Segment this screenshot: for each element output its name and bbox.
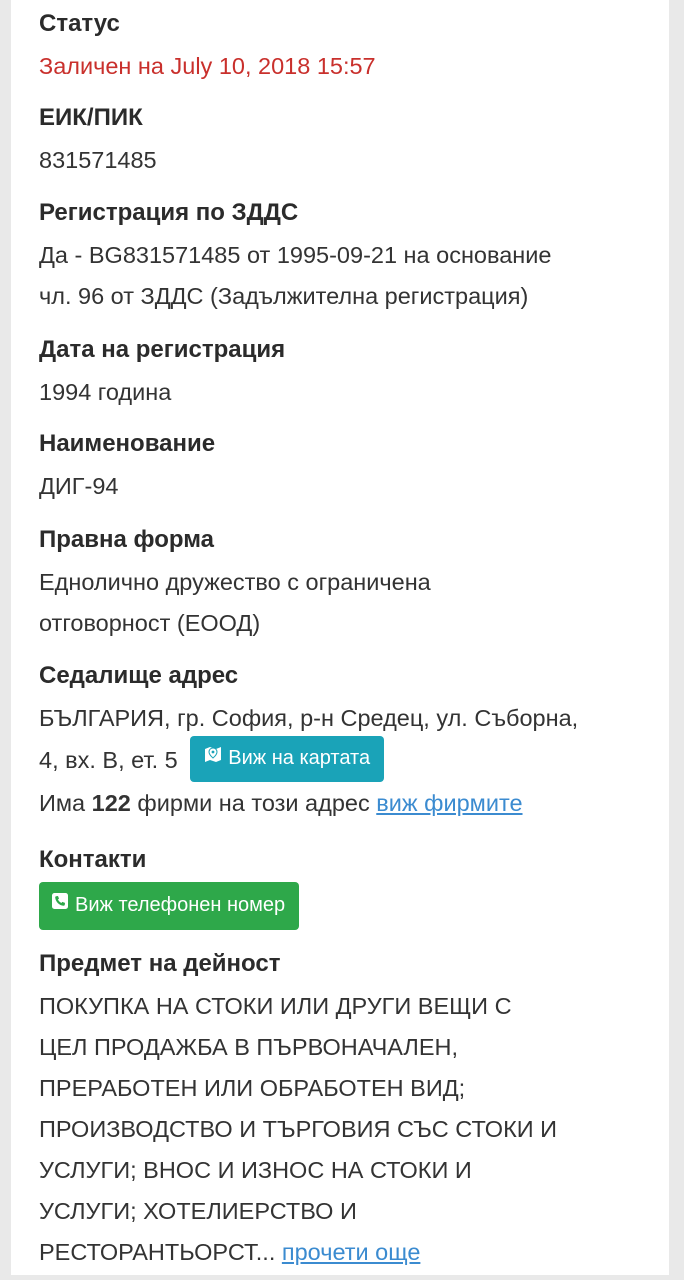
- address-field: Седалище адрес БЪЛГАРИЯ, гр. София, р-н …: [39, 662, 641, 824]
- activity-line-5: УСЛУГИ; ВНОС И ИЗНОС НА СТОКИ И: [39, 1157, 472, 1183]
- eik-value: 831571485: [39, 147, 157, 173]
- activity-line-3: ПРЕРАБОТЕН ИЛИ ОБРАБОТЕН ВИД;: [39, 1075, 466, 1101]
- eik-field: ЕИК/ПИК 831571485: [39, 104, 641, 181]
- vat-label: Регистрация по ЗДДС: [39, 199, 299, 226]
- activity-line-1: ПОКУПКА НА СТОКИ ИЛИ ДРУГИ ВЕЩИ С: [39, 993, 512, 1019]
- view-on-map-button[interactable]: Виж на картата: [190, 736, 385, 782]
- company-name-label: Наименование: [39, 430, 216, 457]
- status-value: Заличен на July 10, 2018 15:57: [39, 53, 376, 79]
- vat-field: Регистрация по ЗДДС Да - BG831571485 от …: [39, 199, 641, 317]
- vat-value-line-1: Да - BG831571485 от 1995-09-21 на основа…: [39, 242, 552, 268]
- legal-form-line-2: отговорност (ЕООД): [39, 610, 261, 636]
- companies-prefix: Има: [39, 790, 86, 816]
- activity-truncated-text: РЕСТОРАНТЬОРСТ...: [39, 1239, 276, 1265]
- phone-icon: [51, 892, 69, 916]
- activity-line-4: ПРОИЗВОДСТВО И ТЪРГОВИЯ СЪС СТОКИ И: [39, 1116, 558, 1142]
- address-line-2-row: 4, вх. В, ет. 5 Виж на картата: [39, 736, 641, 783]
- legal-form-field: Правна форма Еднолично дружество с огран…: [39, 526, 641, 644]
- company-name-value: ДИГ-94: [39, 473, 119, 499]
- eik-label: ЕИК/ПИК: [39, 104, 143, 131]
- activity-line-6: УСЛУГИ; ХОТЕЛИЕРСТВО И: [39, 1198, 357, 1224]
- phone-button-row: Виж телефонен номер: [39, 882, 641, 930]
- view-companies-link[interactable]: виж фирмите: [376, 790, 522, 816]
- legal-form-label: Правна форма: [39, 526, 214, 553]
- view-phone-label: Виж телефонен номер: [75, 894, 286, 916]
- companies-at-address: Има 122 фирми на този адрес виж фирмите: [39, 783, 641, 824]
- status-field: Статус Заличен на July 10, 2018 15:57: [39, 10, 641, 87]
- registration-date-field: Дата на регистрация 1994 година: [39, 336, 641, 413]
- company-details-card: Статус Заличен на July 10, 2018 15:57 ЕИ…: [11, 0, 669, 1275]
- registration-date-label: Дата на регистрация: [39, 336, 286, 363]
- map-marker-icon: [204, 745, 222, 769]
- address-line-1: БЪЛГАРИЯ, гр. София, р-н Средец, ул. Съб…: [39, 705, 579, 731]
- address-label: Седалище адрес: [39, 662, 239, 689]
- registration-date-value: 1994 година: [39, 379, 172, 405]
- read-more-link[interactable]: прочети още: [282, 1239, 421, 1265]
- view-on-map-label: Виж на картата: [228, 747, 371, 769]
- contacts-label: Контакти: [39, 846, 147, 873]
- companies-count: 122: [91, 790, 131, 816]
- companies-suffix: фирми на този адрес: [137, 790, 370, 816]
- activity-label: Предмет на дейност: [39, 950, 281, 977]
- activity-field: Предмет на дейност ПОКУПКА НА СТОКИ ИЛИ …: [39, 950, 641, 1273]
- vat-value-line-2: чл. 96 от ЗДДС (Задължителна регистрация…: [39, 283, 529, 309]
- company-name-field: Наименование ДИГ-94: [39, 430, 641, 507]
- activity-last-line: РЕСТОРАНТЬОРСТ... прочети още: [39, 1232, 641, 1273]
- legal-form-line-1: Еднолично дружество с ограничена: [39, 569, 431, 595]
- address-line-2: 4, вх. В, ет. 5: [39, 747, 178, 774]
- activity-line-2: ЦЕЛ ПРОДАЖБА В ПЪРВОНАЧАЛЕН,: [39, 1034, 459, 1060]
- contacts-field: Контакти Виж телефонен номер: [39, 846, 641, 930]
- status-label: Статус: [39, 10, 120, 37]
- view-phone-button[interactable]: Виж телефонен номер: [39, 882, 300, 930]
